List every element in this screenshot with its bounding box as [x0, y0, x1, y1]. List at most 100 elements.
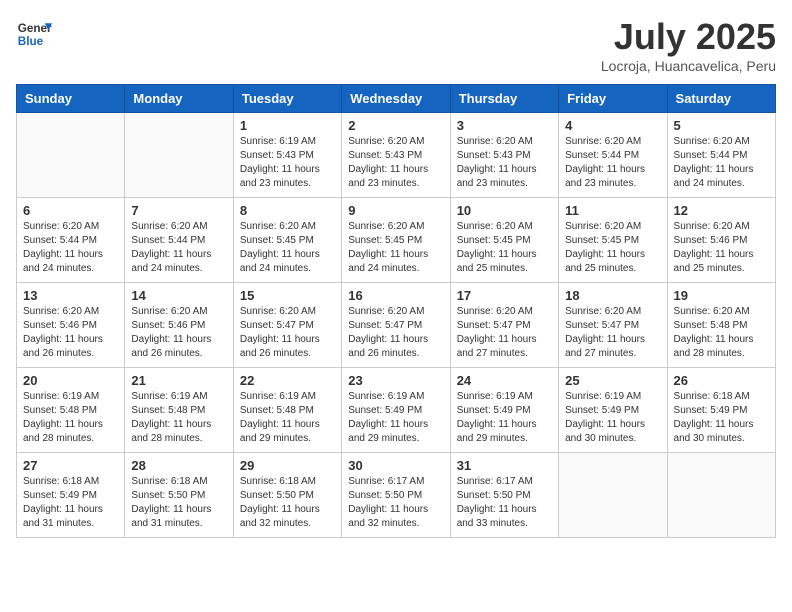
day-info: Sunrise: 6:20 AMSunset: 5:46 PMDaylight:… [131, 305, 226, 361]
calendar-cell [17, 113, 125, 198]
calendar-cell: 10 Sunrise: 6:20 AMSunset: 5:45 PMDayligh… [450, 198, 558, 283]
calendar-cell: 15Sunrise: 6:20 AMSunset: 5:47 PMDayligh… [233, 283, 341, 368]
day-info: Sunrise: 6:20 AMSunset: 5:45 PMDaylight:… [240, 220, 335, 276]
day-info: Sunrise: 6:20 AMSunset: 5:44 PMDaylight:… [565, 135, 660, 191]
svg-text:Blue: Blue [18, 35, 44, 48]
calendar-header-row: SundayMondayTuesdayWednesdayThursdayFrid… [17, 85, 776, 113]
day-number: 20 [23, 373, 118, 388]
calendar-cell [125, 113, 233, 198]
calendar-cell: 21Sunrise: 6:19 AMSunset: 5:48 PMDayligh… [125, 368, 233, 453]
day-info: Sunrise: 6:20 AMSunset: 5:46 PMDaylight:… [674, 220, 769, 276]
day-number: 18 [565, 288, 660, 303]
calendar-cell: 28 Sunrise: 6:18 AMSunset: 5:50 PMDayligh… [125, 453, 233, 538]
day-info: Sunrise: 6:18 AMSunset: 5:50 PMDaylight:… [240, 475, 335, 531]
week-row-4: 20 Sunrise: 6:19 AMSunset: 5:48 PMDayligh… [17, 368, 776, 453]
column-header-tuesday: Tuesday [233, 85, 341, 113]
column-header-monday: Monday [125, 85, 233, 113]
day-info: Sunrise: 6:18 AMSunset: 5:49 PMDaylight:… [23, 475, 118, 531]
day-number: 28 [131, 458, 226, 473]
day-info: Sunrise: 6:19 AMSunset: 5:48 PMDaylight:… [23, 390, 118, 446]
day-number: 12 [674, 203, 769, 218]
calendar-table: SundayMondayTuesdayWednesdayThursdayFrid… [16, 84, 776, 538]
calendar-cell: 1 Sunrise: 6:19 AMSunset: 5:43 PMDaylight… [233, 113, 341, 198]
day-number: 3 [457, 118, 552, 133]
day-number: 15 [240, 288, 335, 303]
calendar-cell: 6 Sunrise: 6:20 AMSunset: 5:44 PMDaylight… [17, 198, 125, 283]
page-header: General Blue July 2025 Locroja, Huancave… [16, 16, 776, 74]
day-info: Sunrise: 6:20 AMSunset: 5:47 PMDaylight:… [457, 305, 552, 361]
day-number: 26 [674, 373, 769, 388]
week-row-1: 1 Sunrise: 6:19 AMSunset: 5:43 PMDaylight… [17, 113, 776, 198]
column-header-wednesday: Wednesday [342, 85, 450, 113]
day-info: Sunrise: 6:20 AMSunset: 5:43 PMDaylight:… [457, 135, 552, 191]
week-row-2: 6 Sunrise: 6:20 AMSunset: 5:44 PMDaylight… [17, 198, 776, 283]
calendar-cell: 26 Sunrise: 6:18 AMSunset: 5:49 PMDayligh… [667, 368, 775, 453]
day-info: Sunrise: 6:20 AMSunset: 5:47 PMDaylight:… [565, 305, 660, 361]
day-number: 14 [131, 288, 226, 303]
calendar-cell: 19 Sunrise: 6:20 AMSunset: 5:48 PMDayligh… [667, 283, 775, 368]
column-header-sunday: Sunday [17, 85, 125, 113]
day-info: Sunrise: 6:20 AMSunset: 5:45 PMDaylight:… [457, 220, 552, 276]
day-number: 23 [348, 373, 443, 388]
week-row-5: 27 Sunrise: 6:18 AMSunset: 5:49 PMDayligh… [17, 453, 776, 538]
day-info: Sunrise: 6:18 AMSunset: 5:50 PMDaylight:… [131, 475, 226, 531]
week-row-3: 13 Sunrise: 6:20 AMSunset: 5:46 PMDayligh… [17, 283, 776, 368]
day-number: 6 [23, 203, 118, 218]
calendar-cell: 8 Sunrise: 6:20 AMSunset: 5:45 PMDaylight… [233, 198, 341, 283]
day-number: 4 [565, 118, 660, 133]
day-number: 5 [674, 118, 769, 133]
column-header-saturday: Saturday [667, 85, 775, 113]
calendar-cell: 2 Sunrise: 6:20 AMSunset: 5:43 PMDaylight… [342, 113, 450, 198]
calendar-cell: 20 Sunrise: 6:19 AMSunset: 5:48 PMDayligh… [17, 368, 125, 453]
calendar-cell: 31 Sunrise: 6:17 AMSunset: 5:50 PMDayligh… [450, 453, 558, 538]
calendar-cell: 18 Sunrise: 6:20 AMSunset: 5:47 PMDayligh… [559, 283, 667, 368]
day-info: Sunrise: 6:19 AMSunset: 5:48 PMDaylight:… [131, 390, 226, 446]
day-info: Sunrise: 6:20 AMSunset: 5:46 PMDaylight:… [23, 305, 118, 361]
calendar-cell: 17 Sunrise: 6:20 AMSunset: 5:47 PMDayligh… [450, 283, 558, 368]
day-number: 2 [348, 118, 443, 133]
day-info: Sunrise: 6:18 AMSunset: 5:49 PMDaylight:… [674, 390, 769, 446]
calendar-cell: 16Sunrise: 6:20 AMSunset: 5:47 PMDayligh… [342, 283, 450, 368]
calendar-cell: 7Sunrise: 6:20 AMSunset: 5:44 PMDaylight… [125, 198, 233, 283]
day-number: 1 [240, 118, 335, 133]
calendar-cell [667, 453, 775, 538]
day-info: Sunrise: 6:20 AMSunset: 5:45 PMDaylight:… [348, 220, 443, 276]
day-number: 8 [240, 203, 335, 218]
day-info: Sunrise: 6:19 AMSunset: 5:49 PMDaylight:… [565, 390, 660, 446]
day-number: 7 [131, 203, 226, 218]
day-info: Sunrise: 6:20 AMSunset: 5:47 PMDaylight:… [348, 305, 443, 361]
day-number: 31 [457, 458, 552, 473]
calendar-cell: 25 Sunrise: 6:19 AMSunset: 5:49 PMDayligh… [559, 368, 667, 453]
location-subtitle: Locroja, Huancavelica, Peru [601, 58, 776, 74]
title-section: July 2025 Locroja, Huancavelica, Peru [601, 16, 776, 74]
calendar-cell: 5 Sunrise: 6:20 AMSunset: 5:44 PMDaylight… [667, 113, 775, 198]
logo: General Blue [16, 16, 52, 52]
day-info: Sunrise: 6:19 AMSunset: 5:49 PMDaylight:… [348, 390, 443, 446]
calendar-cell: 4 Sunrise: 6:20 AMSunset: 5:44 PMDaylight… [559, 113, 667, 198]
column-header-thursday: Thursday [450, 85, 558, 113]
day-number: 24 [457, 373, 552, 388]
calendar-cell: 24Sunrise: 6:19 AMSunset: 5:49 PMDayligh… [450, 368, 558, 453]
day-number: 9 [348, 203, 443, 218]
day-info: Sunrise: 6:19 AMSunset: 5:43 PMDaylight:… [240, 135, 335, 191]
day-number: 22 [240, 373, 335, 388]
day-info: Sunrise: 6:20 AMSunset: 5:43 PMDaylight:… [348, 135, 443, 191]
day-info: Sunrise: 6:20 AMSunset: 5:45 PMDaylight:… [565, 220, 660, 276]
day-number: 10 [457, 203, 552, 218]
day-info: Sunrise: 6:20 AMSunset: 5:44 PMDaylight:… [674, 135, 769, 191]
day-info: Sunrise: 6:20 AMSunset: 5:48 PMDaylight:… [674, 305, 769, 361]
column-header-friday: Friday [559, 85, 667, 113]
day-number: 19 [674, 288, 769, 303]
day-number: 17 [457, 288, 552, 303]
calendar-cell: 14 Sunrise: 6:20 AMSunset: 5:46 PMDayligh… [125, 283, 233, 368]
month-year-title: July 2025 [601, 16, 776, 58]
day-number: 25 [565, 373, 660, 388]
day-info: Sunrise: 6:17 AMSunset: 5:50 PMDaylight:… [457, 475, 552, 531]
day-info: Sunrise: 6:20 AMSunset: 5:44 PMDaylight:… [23, 220, 118, 276]
calendar-cell: 9 Sunrise: 6:20 AMSunset: 5:45 PMDaylight… [342, 198, 450, 283]
calendar-cell: 12 Sunrise: 6:20 AMSunset: 5:46 PMDayligh… [667, 198, 775, 283]
calendar-cell: 23 Sunrise: 6:19 AMSunset: 5:49 PMDayligh… [342, 368, 450, 453]
day-number: 11 [565, 203, 660, 218]
day-number: 27 [23, 458, 118, 473]
day-number: 13 [23, 288, 118, 303]
